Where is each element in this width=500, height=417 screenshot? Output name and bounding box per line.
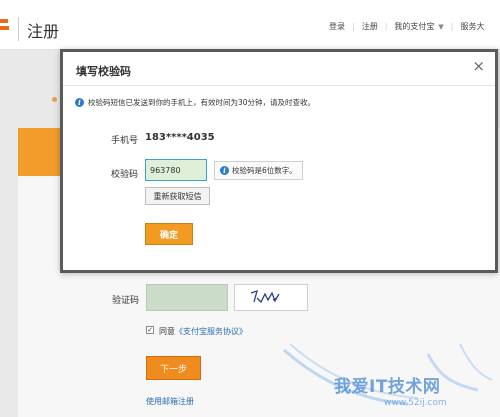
verify-code-dialog: 填写校验码 × i 校验码短信已发送到你的手机上，有效时间为30分钟，请及时查收… — [60, 49, 498, 273]
captcha-image[interactable] — [234, 284, 308, 311]
captcha-label: 验证码 — [112, 296, 140, 306]
confirm-button[interactable]: 确定 — [145, 223, 193, 245]
captcha-glyphs-icon — [250, 289, 280, 304]
alipay-logo-icon — [0, 17, 14, 37]
agree-checkbox[interactable]: ✓ — [146, 326, 154, 334]
register-link[interactable]: 注册 — [362, 21, 378, 32]
dialog-divider — [63, 85, 495, 86]
nav-separator: | — [450, 22, 454, 31]
service-agreement-link[interactable]: 《支付宝服务协议》 — [175, 327, 247, 336]
orange-step-band — [18, 128, 64, 176]
close-icon[interactable]: × — [472, 59, 485, 74]
captcha-input[interactable] — [146, 284, 228, 311]
watermark-url: www.52ij.com — [384, 398, 447, 408]
service-link[interactable]: 服务大 — [461, 21, 485, 32]
chevron-down-icon: ▼ — [438, 23, 444, 31]
sms-sent-notice: i 校验码短信已发送到你的手机上，有效时间为30分钟，请及时查收。 — [75, 97, 315, 108]
phone-label: 手机号 — [111, 136, 139, 146]
step-indicator-icon — [52, 97, 57, 102]
watermark-text: 我爱IT技术网 — [334, 377, 441, 397]
login-link[interactable]: 登录 — [329, 21, 345, 32]
info-icon: i — [220, 166, 229, 175]
top-bar: 注册 登录 | 注册 | 我的支付宝 ▼ | 服务大 — [0, 0, 500, 50]
phone-value: 183****4035 — [145, 132, 215, 143]
verify-code-input[interactable] — [145, 159, 207, 181]
code-tip-text: 校验码是6位数字。 — [232, 166, 297, 175]
resend-sms-button[interactable]: 重新获取短信 — [145, 187, 210, 205]
dialog-title: 填写校验码 — [76, 65, 131, 78]
page-title: 注册 — [27, 22, 60, 41]
site-watermark: 我爱IT技术网 www.52ij.com — [278, 340, 500, 417]
header-divider — [18, 17, 19, 41]
email-register-link[interactable]: 使用邮箱注册 — [146, 396, 194, 407]
my-alipay-menu[interactable]: 我的支付宝 ▼ — [394, 21, 443, 32]
code-tip: i 校验码是6位数字。 — [214, 161, 303, 180]
notice-text: 校验码短信已发送到你的手机上，有效时间为30分钟，请及时查收。 — [88, 98, 316, 107]
nav-separator: | — [352, 22, 355, 31]
next-step-button[interactable]: 下一步 — [146, 356, 201, 380]
nav-separator: | — [384, 22, 388, 31]
agree-text: 同意《支付宝服务协议》 — [159, 327, 247, 336]
code-label: 校验码 — [111, 170, 139, 180]
info-icon: i — [75, 98, 84, 107]
top-nav: 登录 | 注册 | 我的支付宝 ▼ | 服务大 — [329, 21, 485, 32]
